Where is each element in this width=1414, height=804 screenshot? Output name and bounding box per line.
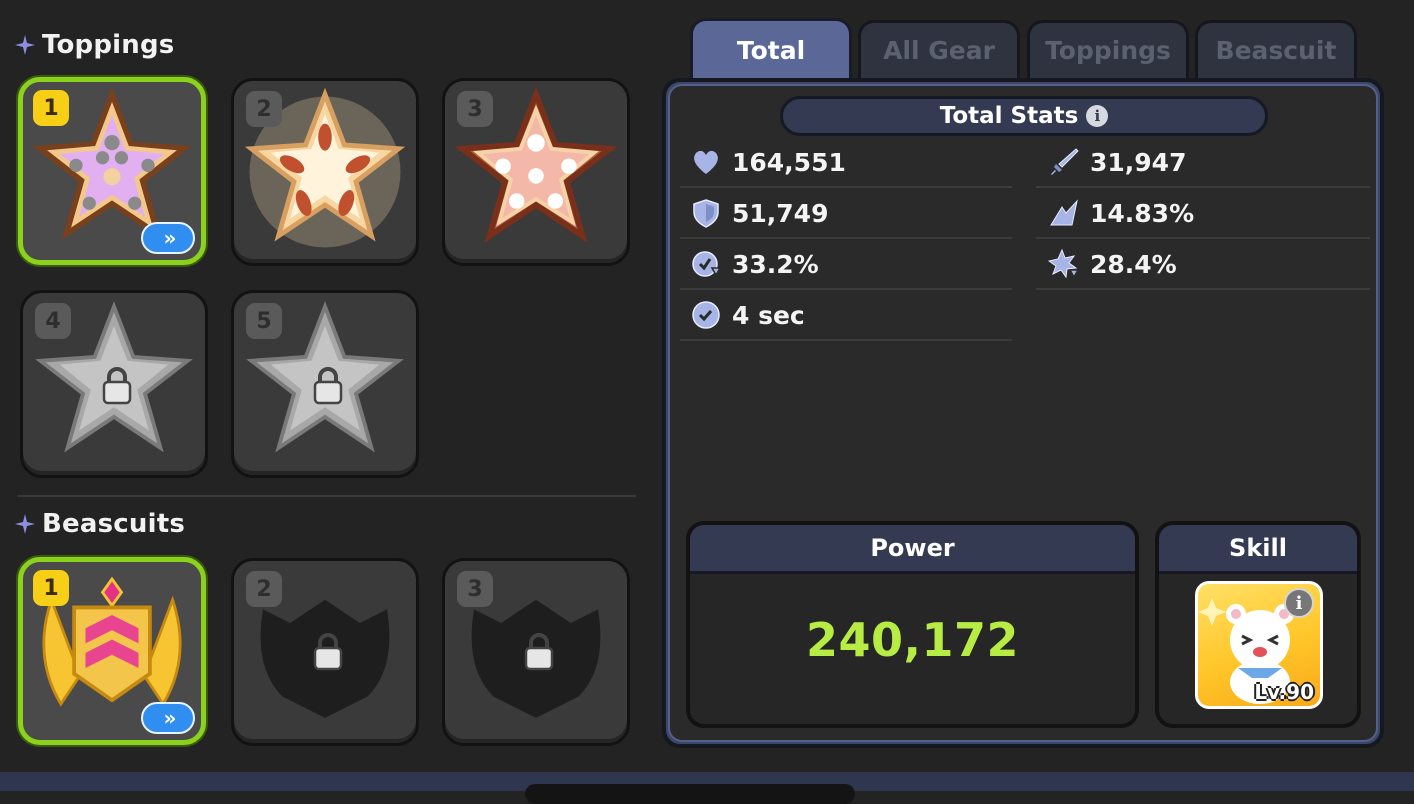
lock-icon	[102, 367, 132, 405]
heart-icon	[694, 150, 718, 174]
beascuit-slot-1[interactable]: 1 »	[18, 557, 206, 745]
lock-icon	[313, 367, 343, 405]
total-stats-header: Total Stats i	[780, 96, 1268, 136]
damage-resist-icon	[1048, 248, 1080, 279]
topping-slot-1[interactable]: 1 »	[18, 77, 206, 265]
info-icon[interactable]: i	[1284, 588, 1314, 618]
slot-number-badge: 2	[246, 571, 282, 607]
topping-slot-4[interactable]: 4	[20, 290, 208, 478]
section-divider	[18, 495, 636, 497]
info-icon[interactable]: i	[1086, 105, 1109, 127]
tab-total[interactable]: Total	[690, 18, 852, 80]
bottom-notch	[525, 784, 855, 804]
slot-number-badge: 2	[246, 91, 282, 127]
stat-defense: 51,749	[690, 188, 828, 238]
stat-dmg-resist: 28.4%	[1048, 239, 1177, 289]
topping-slot-3[interactable]: 3	[442, 78, 630, 266]
slot-number-badge: 1	[33, 90, 69, 126]
skill-label: Skill	[1159, 525, 1357, 574]
lock-icon	[524, 633, 554, 671]
slot-number-badge: 4	[35, 303, 71, 339]
stat-value: 28.4%	[1090, 249, 1177, 279]
upgrade-button[interactable]: »	[141, 222, 195, 254]
stat-value: 14.83%	[1090, 198, 1195, 228]
shield-icon	[693, 199, 719, 228]
stat-divider	[1036, 288, 1370, 290]
skill-level: Lv.90	[1254, 680, 1314, 704]
toppings-title: Toppings	[42, 30, 175, 60]
power-value: 240,172	[805, 613, 1019, 667]
power-label: Power	[690, 525, 1135, 574]
stat-duration: 4 sec	[690, 290, 805, 340]
stat-value: 33.2%	[732, 249, 819, 279]
crit-icon	[1050, 199, 1078, 226]
stat-hp: 164,551	[690, 137, 846, 187]
beascuit-slot-2[interactable]: 2	[231, 558, 419, 746]
stat-value: 51,749	[732, 198, 829, 228]
tab-toppings[interactable]: Toppings	[1027, 20, 1189, 78]
cooldown-icon	[692, 251, 722, 277]
power-box: Power 240,172	[686, 521, 1139, 728]
total-stats-title: Total Stats	[939, 103, 1079, 129]
sparkle-icon	[15, 35, 35, 55]
tab-all-gear[interactable]: All Gear	[858, 20, 1020, 78]
upgrade-button[interactable]: »	[141, 702, 195, 734]
topping-slot-2[interactable]: 2	[231, 78, 419, 266]
slot-number-badge: 1	[33, 570, 69, 606]
slot-number-badge: 5	[246, 303, 282, 339]
slot-number-badge: 3	[457, 571, 493, 607]
stat-cooldown: 33.2%	[690, 239, 819, 289]
slot-number-badge: 3	[457, 91, 493, 127]
lock-icon	[313, 633, 343, 671]
clock-icon	[692, 301, 720, 329]
beascuit-slot-3[interactable]: 3	[442, 558, 630, 746]
stat-crit: 14.83%	[1048, 188, 1194, 238]
skill-box: Skill i Lv.90	[1155, 521, 1361, 728]
stat-value: 4 sec	[732, 300, 805, 330]
stat-value: 31,947	[1090, 147, 1187, 177]
stat-divider	[680, 339, 1012, 341]
beascuits-title: Beascuits	[42, 509, 186, 539]
skill-icon-button[interactable]: i Lv.90	[1195, 581, 1323, 709]
sparkle-icon	[15, 514, 35, 534]
toppings-header: Toppings	[14, 30, 174, 60]
tab-beascuit[interactable]: Beascuit	[1195, 20, 1357, 78]
sword-icon	[1051, 148, 1079, 175]
beascuits-header: Beascuits	[14, 509, 185, 539]
topping-slot-5[interactable]: 5	[231, 290, 419, 478]
stat-value: 164,551	[732, 147, 846, 177]
stat-attack: 31,947	[1048, 137, 1186, 187]
